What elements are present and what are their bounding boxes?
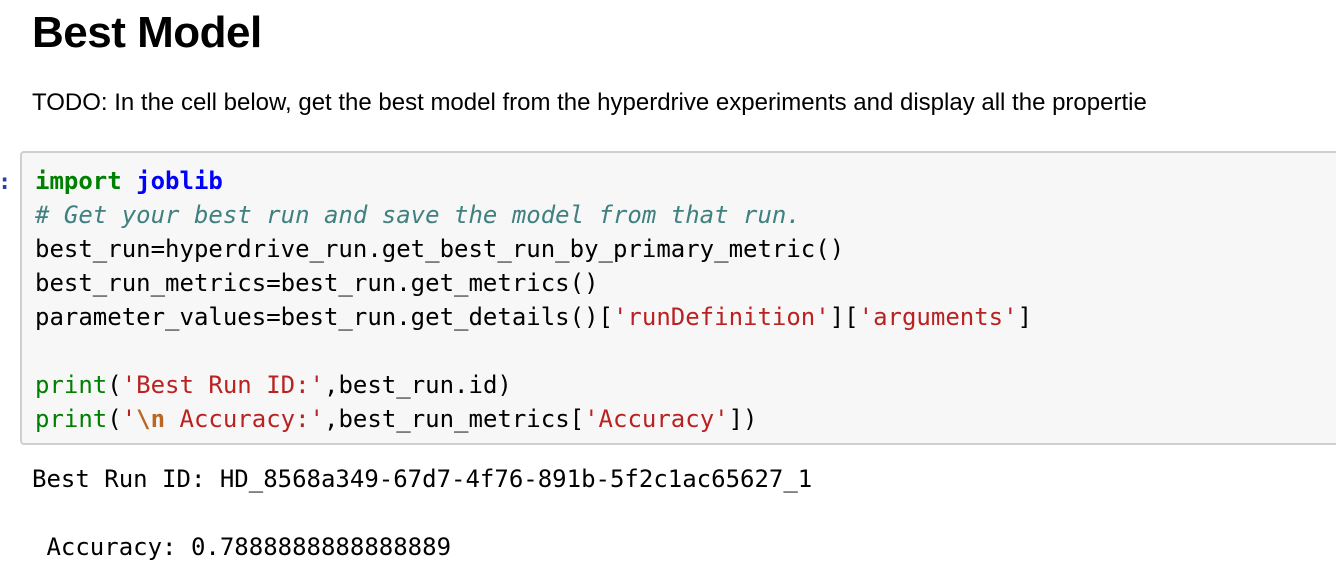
code-line: print('Best Run ID:',best_run.id) [35, 368, 1032, 402]
code-text: ,best_run.id) [324, 371, 512, 399]
code-text: best_run=hyperdrive_run.get_best_run_by_… [35, 235, 845, 263]
code-comment: # Get your best run and save the model f… [35, 201, 801, 229]
code-line: parameter_values=best_run.get_details()[… [35, 300, 1032, 334]
string-literal: 'Accuracy' [584, 405, 729, 433]
code-text: ( [107, 405, 122, 433]
markdown-todo-text: TODO: In the cell below, get the best mo… [32, 89, 1147, 116]
output-line: Best Run ID: HD_8568a349-67d7-4f76-891b-… [32, 465, 813, 493]
code-text: ( [107, 371, 122, 399]
string-literal: 'runDefinition' [612, 303, 830, 331]
notebook-page: Best Model TODO: In the cell below, get … [0, 0, 1336, 578]
output-line: Accuracy: 0.7888888888888889 [32, 533, 452, 561]
string-literal: ' [121, 405, 137, 433]
code-cell-input[interactable]: import joblib # Get your best run and sav… [20, 151, 1336, 445]
code-text: best_run_metrics=best_run.get_metrics() [35, 269, 599, 297]
code-line: print('\n Accuracy:',best_run_metrics['A… [35, 402, 1032, 436]
string-literal: Accuracy:' [165, 405, 325, 433]
builtin-print: print [35, 405, 108, 433]
keyword-import: import [35, 167, 122, 195]
cell-output: Best Run ID: HD_8568a349-67d7-4f76-891b-… [32, 462, 812, 564]
code-editor[interactable]: import joblib # Get your best run and sav… [35, 164, 1032, 436]
code-line: best_run_metrics=best_run.get_metrics() [35, 266, 1032, 300]
code-line: import joblib [35, 164, 1032, 198]
cell-prompt: : [0, 166, 11, 200]
code-line: # Get your best run and save the model f… [35, 198, 1032, 232]
code-text: ]) [728, 405, 758, 433]
code-text: ] [1017, 303, 1033, 331]
string-literal: 'arguments' [858, 303, 1018, 331]
code-line: best_run=hyperdrive_run.get_best_run_by_… [35, 232, 1032, 266]
string-escape: \n [136, 405, 166, 433]
code-text: ,best_run_metrics[ [324, 405, 585, 433]
code-text: ][ [829, 303, 859, 331]
builtin-print: print [35, 371, 108, 399]
code-text: parameter_values=best_run.get_details()[ [35, 303, 613, 331]
module-name: joblib [136, 167, 223, 195]
markdown-heading: Best Model [32, 8, 262, 57]
string-literal: 'Best Run ID:' [121, 371, 324, 399]
